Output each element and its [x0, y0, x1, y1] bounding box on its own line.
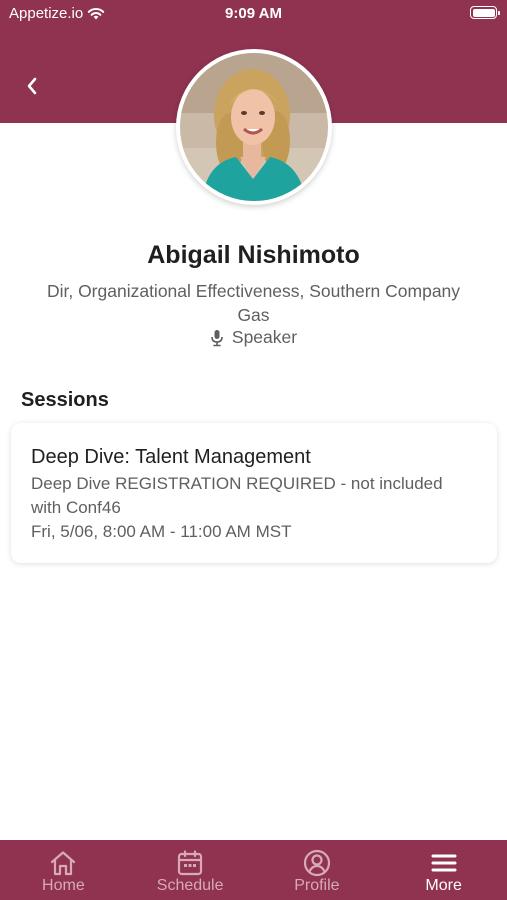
profile-icon [302, 849, 332, 877]
tab-profile-label: Profile [294, 877, 340, 894]
speaker-name: Abigail Nishimoto [147, 241, 360, 269]
tab-schedule-label: Schedule [156, 877, 224, 894]
back-button[interactable] [18, 72, 46, 100]
speaker-role: Speaker [0, 327, 507, 348]
tab-more[interactable]: More [380, 840, 507, 900]
avatar [176, 49, 332, 205]
tab-bar: Home Schedule Profile More [0, 840, 507, 900]
tab-profile[interactable]: Profile [254, 840, 381, 900]
tab-more-label: More [425, 877, 462, 894]
tab-home-label: Home [42, 877, 85, 894]
session-time: Fri, 5/06, 8:00 AM - 11:00 AM MST [31, 522, 292, 541]
speaker-title: Dir, Organizational Effectiveness, South… [46, 281, 461, 325]
tab-schedule[interactable]: Schedule [127, 840, 254, 900]
session-card[interactable]: Deep Dive: Talent Management Deep Dive R… [11, 423, 497, 563]
calendar-icon [175, 849, 205, 877]
session-title: Deep Dive: Talent Management [31, 446, 311, 468]
menu-icon [429, 849, 459, 877]
home-icon [48, 849, 78, 877]
chevron-left-icon [27, 77, 37, 95]
status-time: 9:09 AM [225, 5, 282, 22]
battery-icon [470, 6, 500, 19]
session-description: Deep Dive REGISTRATION REQUIRED - not in… [31, 474, 443, 517]
speaker-role-label: Speaker [231, 327, 298, 347]
microphone-icon [211, 329, 223, 346]
speaker-photo [180, 53, 328, 201]
tab-home[interactable]: Home [0, 840, 127, 900]
status-bar: Appetize.io 9:09 AM [0, 0, 507, 28]
sessions-heading: Sessions [21, 389, 109, 411]
